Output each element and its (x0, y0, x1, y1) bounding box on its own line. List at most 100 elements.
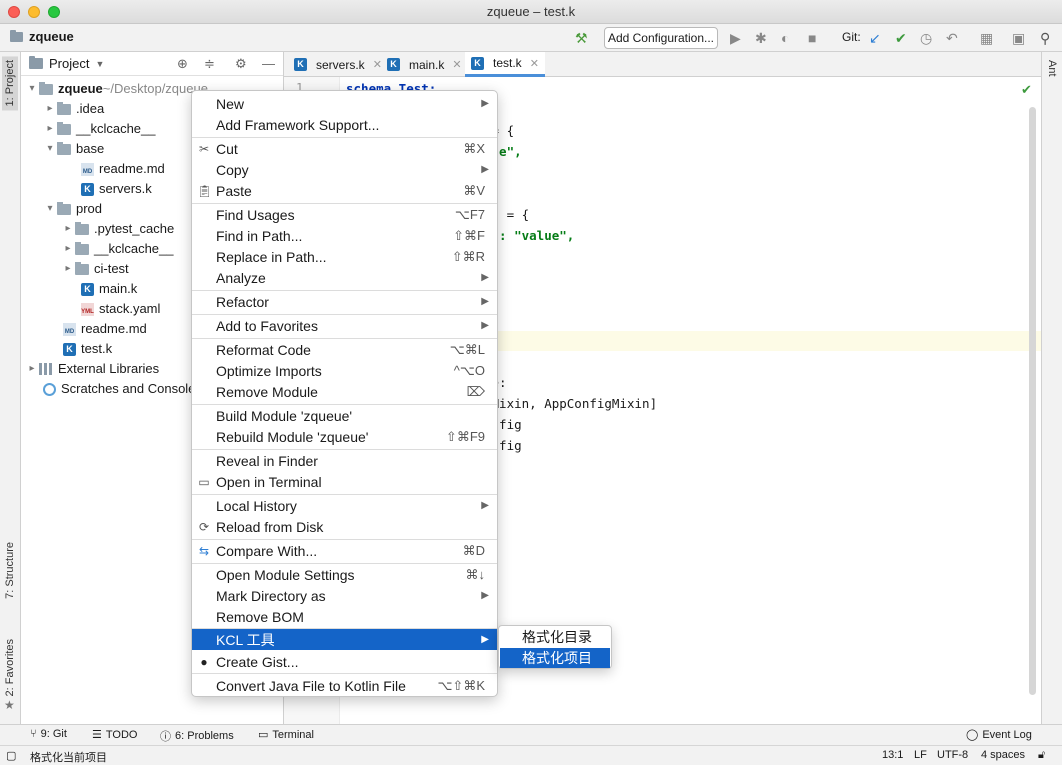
lock-icon[interactable]: 🔓︎ (1038, 749, 1045, 762)
project-breadcrumb[interactable]: zqueue (10, 29, 74, 44)
project-structure-icon[interactable]: ▦ (980, 28, 993, 48)
tree-row[interactable]: ▸ ci-test (61, 259, 128, 279)
gear-icon[interactable]: ⚙ (235, 56, 247, 72)
collapse-all-icon[interactable]: ≑ (204, 56, 215, 72)
folder-icon (75, 261, 89, 275)
menu-item-analyze[interactable]: Analyze ▶ (192, 267, 497, 288)
build-hammer-icon[interactable]: ⚒ (575, 28, 588, 48)
tree-row[interactable]: MD readme.md (63, 319, 147, 339)
structure-tool-tab[interactable]: 7: Structure (2, 540, 18, 601)
expand-arrow-icon[interactable]: ▾ (25, 79, 39, 99)
menu-item-local-history[interactable]: Local History ▶ (192, 495, 497, 516)
menu-item-reveal-in-finder[interactable]: Reveal in Finder (192, 450, 497, 471)
menu-item-add-to-favorites[interactable]: Add to Favorites ▶ (192, 315, 497, 336)
menu-item-replace-in-path[interactable]: Replace in Path... ⇧⌘R (192, 246, 497, 267)
menu-item-convert-java-to-kotlin[interactable]: Convert Java File to Kotlin File ⌥⇧⌘K (192, 675, 497, 696)
caret-position[interactable]: 13:1 (882, 749, 903, 761)
tree-row[interactable]: ▸ __kclcache__ (43, 119, 155, 139)
folder-icon (10, 29, 23, 42)
git-tool-button[interactable]: ⑂ 9: Git (30, 728, 67, 740)
expand-arrow-icon[interactable]: ▸ (43, 119, 57, 139)
stop-icon[interactable]: ■ (808, 28, 816, 48)
menu-item-reformat-code[interactable]: Reformat Code ⌥⌘L (192, 339, 497, 360)
git-commit-icon[interactable]: ✔ (895, 28, 907, 48)
menu-item-build-module[interactable]: Build Module 'zqueue' (192, 405, 497, 426)
tree-row[interactable]: ▾ base (43, 139, 104, 159)
menu-item-kcl-tools[interactable]: KCL 工具 ▶ (192, 629, 497, 650)
tree-row-root[interactable]: ▾ zqueue ~/Desktop/zqueue (25, 79, 207, 99)
menu-item-remove-module[interactable]: Remove Module ⌦ (192, 381, 497, 402)
menu-item-rebuild-module[interactable]: Rebuild Module 'zqueue' ⇧⌘F9 (192, 426, 497, 447)
compare-icon: ⇆ (198, 543, 210, 558)
menu-item-optimize-imports[interactable]: Optimize Imports ^⌥O (192, 360, 497, 381)
terminal-tool-button[interactable]: ▭ Terminal (258, 728, 314, 742)
project-tool-tab[interactable]: 1: Project (2, 56, 18, 111)
tree-row[interactable]: K main.k (81, 279, 137, 299)
run-icon[interactable]: ▶ (730, 28, 741, 48)
menu-item-paste[interactable]: 📋︎ Paste ⌘V (192, 180, 497, 201)
add-configuration-button[interactable]: Add Configuration... (604, 27, 718, 49)
file-encoding[interactable]: UTF-8 (937, 749, 968, 761)
close-tab-icon[interactable]: ✕ (452, 58, 461, 71)
tree-label: readme.md (99, 161, 165, 176)
menu-item-copy[interactable]: Copy ▶ (192, 159, 497, 180)
debug-icon[interactable]: ✱ (755, 28, 767, 48)
tree-row[interactable]: ▾ prod (43, 199, 102, 219)
expand-arrow-icon[interactable]: ▾ (43, 139, 57, 159)
coverage-icon[interactable]: ◐ (781, 28, 789, 48)
ant-tool-tab[interactable]: Ant (1046, 60, 1058, 77)
editor-scrollbar[interactable] (1029, 107, 1036, 695)
project-view-selector[interactable]: Project (49, 56, 89, 71)
submenu-item-format-project[interactable]: 格式化项目 (500, 648, 610, 668)
git-history-icon[interactable]: ◷ (920, 28, 932, 48)
chevron-down-icon[interactable]: ▼ (95, 59, 104, 69)
expand-arrow-icon[interactable]: ▾ (43, 199, 57, 219)
menu-item-reload-from-disk[interactable]: ⟳ Reload from Disk (192, 516, 497, 537)
menu-item-open-module-settings[interactable]: Open Module Settings ⌘↓ (192, 564, 497, 585)
locate-file-icon[interactable]: ⊕ (177, 56, 188, 72)
tree-row[interactable]: ▸ .idea (43, 99, 104, 119)
tree-row[interactable]: K test.k (63, 339, 112, 359)
menu-item-new[interactable]: New ▶ (192, 93, 497, 114)
tab-servers-k[interactable]: K servers.k ✕ (288, 52, 388, 77)
todo-tool-button[interactable]: ☰ TODO (92, 728, 137, 742)
menu-item-cut[interactable]: ✂ Cut ⌘X (192, 138, 497, 159)
submenu-item-format-directory[interactable]: 格式化目录 (500, 627, 610, 647)
tree-row[interactable]: Scratches and Consoles (43, 379, 202, 399)
tree-row[interactable]: ▸ __kclcache__ (61, 239, 173, 259)
menu-item-add-framework-support[interactable]: Add Framework Support... (192, 114, 497, 135)
tree-row[interactable]: ▸ .pytest_cache (61, 219, 174, 239)
menu-item-remove-bom[interactable]: Remove BOM (192, 606, 497, 627)
expand-arrow-icon[interactable]: ▸ (43, 99, 57, 119)
hide-panel-icon[interactable]: — (262, 56, 275, 71)
tab-main-k[interactable]: K main.k ✕ (381, 52, 468, 77)
favorites-tool-tab[interactable]: 2: Favorites (2, 637, 18, 698)
menu-item-refactor[interactable]: Refactor ▶ (192, 291, 497, 312)
layout-toggle-icon[interactable]: ▢ (6, 749, 16, 762)
tree-row[interactable]: K servers.k (81, 179, 152, 199)
tree-label: .pytest_cache (94, 221, 175, 236)
tab-test-k[interactable]: K test.k ✕ (465, 52, 545, 77)
menu-item-create-gist[interactable]: ● Create Gist... (192, 651, 497, 672)
menu-item-find-usages[interactable]: Find Usages ⌥F7 (192, 204, 497, 225)
line-separator[interactable]: LF (914, 749, 927, 761)
problems-tool-button[interactable]: ⓘ 6: Problems (160, 728, 234, 744)
expand-arrow-icon[interactable]: ▸ (61, 219, 75, 239)
search-everywhere-icon[interactable]: ⚲ (1040, 28, 1050, 48)
menu-item-compare-with[interactable]: ⇆ Compare With... ⌘D (192, 540, 497, 561)
git-update-icon[interactable]: ↙ (869, 28, 881, 48)
git-rollback-icon[interactable]: ↶ (946, 28, 958, 48)
expand-arrow-icon[interactable]: ▸ (61, 239, 75, 259)
tree-row[interactable]: MD readme.md (81, 159, 165, 179)
toolbox-icon[interactable]: ▣ (1012, 28, 1025, 48)
tree-row[interactable]: YML stack.yaml (81, 299, 160, 319)
expand-arrow-icon[interactable]: ▸ (61, 259, 75, 279)
expand-arrow-icon[interactable]: ▸ (25, 359, 39, 379)
menu-item-open-in-terminal[interactable]: ▭ Open in Terminal (192, 471, 497, 492)
indent-setting[interactable]: 4 spaces (981, 749, 1025, 761)
menu-item-find-in-path[interactable]: Find in Path... ⇧⌘F (192, 225, 497, 246)
event-log-button[interactable]: ◯ Event Log (966, 728, 1032, 742)
tree-row[interactable]: ▸ External Libraries (25, 359, 159, 379)
close-tab-icon[interactable]: ✕ (530, 57, 539, 70)
menu-item-mark-directory-as[interactable]: Mark Directory as ▶ (192, 585, 497, 606)
